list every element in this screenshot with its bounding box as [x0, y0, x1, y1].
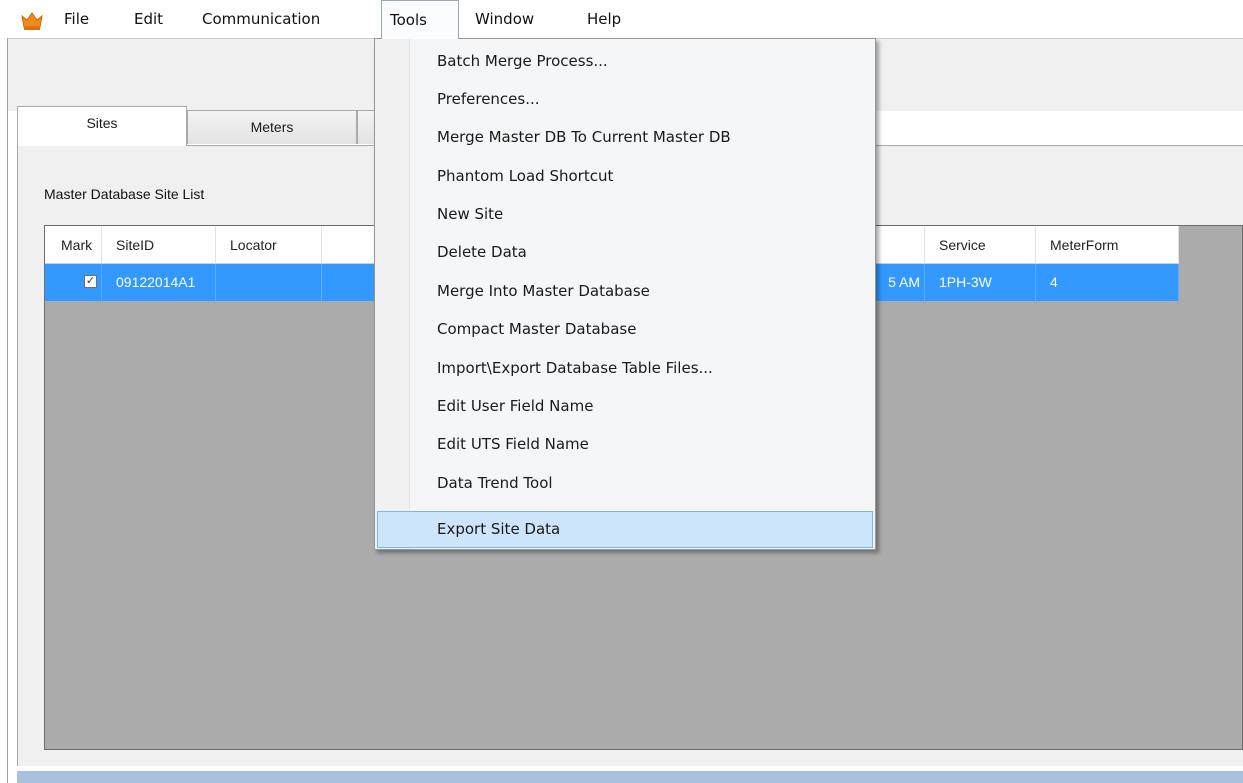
row-locator: [216, 264, 322, 301]
menu-item-edit-uts-field-name[interactable]: Edit UTS Field Name: [377, 426, 873, 463]
menu-file[interactable]: File: [56, 0, 97, 38]
row-service: 1PH-3W: [925, 264, 1036, 301]
row-meterform: 4: [1036, 264, 1179, 301]
menu-item-preferences[interactable]: Preferences...: [377, 81, 873, 118]
row-siteid: 09122014A1: [102, 264, 216, 301]
column-header-mark[interactable]: Mark: [45, 226, 102, 264]
app-window: File Edit Communication Tools Window Hel…: [0, 0, 1243, 783]
menu-item-import-export-tables[interactable]: Import\Export Database Table Files...: [377, 350, 873, 387]
mark-checkbox[interactable]: ✓: [84, 275, 97, 288]
menu-item-compact-master[interactable]: Compact Master Database: [377, 311, 873, 348]
tools-dropdown-menu: Batch Merge Process... Preferences... Me…: [374, 38, 876, 550]
column-header-locator[interactable]: Locator: [216, 226, 322, 264]
menu-item-export-site-data[interactable]: Export Site Data: [377, 511, 873, 548]
section-label: Master Database Site List: [44, 186, 205, 202]
row-mark-cell[interactable]: ✓: [45, 264, 102, 301]
menu-item-merge-into-master[interactable]: Merge Into Master Database: [377, 273, 873, 310]
status-strip: [17, 771, 1243, 783]
column-header-service[interactable]: Service: [925, 226, 1036, 264]
menu-window[interactable]: Window: [467, 0, 542, 38]
tab-meters[interactable]: Meters: [187, 110, 357, 144]
menu-item-batch-merge-process[interactable]: Batch Merge Process...: [377, 43, 873, 80]
menu-bar: File Edit Communication Tools Window Hel…: [0, 0, 1243, 39]
menu-tools[interactable]: Tools: [381, 0, 459, 39]
column-header-meterform[interactable]: MeterForm: [1036, 226, 1179, 264]
menu-item-new-site[interactable]: New Site: [377, 196, 873, 233]
menu-item-phantom-load-shortcut[interactable]: Phantom Load Shortcut: [377, 158, 873, 195]
crown-icon[interactable]: [20, 8, 44, 32]
menu-item-edit-user-field-name[interactable]: Edit User Field Name: [377, 388, 873, 425]
menu-edit[interactable]: Edit: [126, 0, 171, 38]
tab-sites[interactable]: Sites: [17, 106, 187, 146]
menu-item-merge-master-db[interactable]: Merge Master DB To Current Master DB: [377, 119, 873, 156]
menu-communication[interactable]: Communication: [194, 0, 328, 38]
column-header-siteid[interactable]: SiteID: [102, 226, 216, 264]
window-left-border: [7, 38, 8, 783]
menu-item-delete-data[interactable]: Delete Data: [377, 234, 873, 271]
menu-item-data-trend-tool[interactable]: Data Trend Tool: [377, 465, 873, 502]
menu-help[interactable]: Help: [579, 0, 629, 38]
